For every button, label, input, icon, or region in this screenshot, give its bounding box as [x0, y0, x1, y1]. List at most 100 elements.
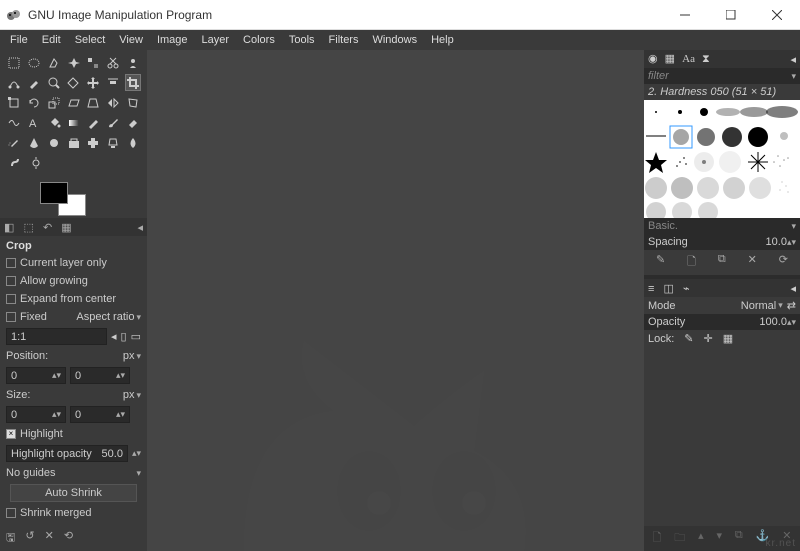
tool-crop[interactable] [125, 74, 141, 91]
delete-preset-icon[interactable]: ✕ [45, 529, 54, 548]
menu-tools[interactable]: Tools [283, 32, 321, 48]
tool-move[interactable] [85, 74, 101, 91]
tab-channels-icon[interactable]: ◫ [663, 283, 673, 295]
tool-free-select[interactable] [46, 54, 62, 71]
tab-history-icon[interactable]: ⧗ [702, 53, 710, 65]
tool-scissors[interactable] [105, 54, 121, 71]
layers-list[interactable] [644, 347, 800, 526]
dropdown-fixed-mode[interactable]: Aspect ratio ▾ [76, 311, 141, 323]
tool-zoom[interactable] [46, 74, 62, 91]
checkbox-highlight[interactable]: × [6, 429, 16, 439]
lock-pixels-icon[interactable]: ✎ [684, 332, 693, 345]
brush-preset-caret-icon[interactable]: ▾ [791, 221, 796, 232]
lower-layer-icon[interactable]: ▾ [717, 529, 723, 548]
tab-brushes-icon[interactable]: ◉ [648, 53, 658, 65]
brush-preset-dropdown[interactable]: Basic. [648, 220, 678, 232]
menu-view[interactable]: View [113, 32, 149, 48]
restore-preset-icon[interactable]: ↺ [25, 529, 34, 548]
checkbox-expand-from-center[interactable] [6, 294, 16, 304]
dropdown-blend-mode[interactable]: Normal ▾ [741, 300, 783, 312]
close-button[interactable] [754, 0, 800, 30]
menu-help[interactable]: Help [425, 32, 460, 48]
dropdown-size-unit[interactable]: px ▾ [123, 389, 141, 401]
raise-layer-icon[interactable]: ▴ [698, 529, 704, 548]
minimize-button[interactable] [662, 0, 708, 30]
checkbox-current-layer-only[interactable] [6, 258, 16, 268]
input-layer-opacity[interactable]: 100.0 [759, 316, 787, 328]
brush-filter-input[interactable]: filter [648, 70, 669, 82]
tool-unified-transform[interactable] [6, 94, 22, 111]
duplicate-layer-icon[interactable]: ⧉ [735, 529, 743, 548]
brush-filter-caret-icon[interactable]: ▾ [791, 71, 796, 82]
menu-layer[interactable]: Layer [196, 32, 236, 48]
reset-icon[interactable]: ⟲ [64, 529, 73, 548]
tool-color-picker[interactable] [26, 74, 42, 91]
menu-select[interactable]: Select [69, 32, 112, 48]
dropdown-guides[interactable]: No guides [6, 467, 132, 479]
tool-flip[interactable] [105, 94, 121, 111]
tab-device-status-icon[interactable]: ⬚ [23, 222, 33, 234]
lock-alpha-icon[interactable]: ▦ [723, 332, 733, 345]
dropdown-position-unit[interactable]: px ▾ [123, 350, 141, 362]
foreground-color[interactable] [40, 182, 68, 204]
tool-airbrush[interactable] [6, 134, 22, 151]
input-position-x[interactable]: 0▴▾ [6, 367, 66, 384]
tool-scale[interactable] [46, 94, 62, 111]
duplicate-brush-icon[interactable]: ⧉ [718, 253, 726, 272]
tab-paths-icon[interactable]: ⌁ [683, 283, 690, 295]
portrait-icon[interactable]: ▯ [121, 330, 127, 343]
menu-windows[interactable]: Windows [366, 32, 423, 48]
canvas-area[interactable] [147, 50, 644, 551]
clear-icon[interactable]: ◂ [111, 330, 117, 343]
new-group-icon[interactable]: 🗀 [674, 529, 685, 548]
tool-dodge[interactable] [27, 154, 44, 171]
input-size-w[interactable]: 0▴▾ [6, 406, 66, 423]
lock-position-icon[interactable]: ✛ [704, 332, 713, 345]
tool-blur[interactable] [125, 134, 141, 151]
edit-brush-icon[interactable]: ✎ [656, 253, 665, 272]
tool-smudge[interactable] [6, 154, 23, 171]
tool-fuzzy-select[interactable] [66, 54, 82, 71]
save-preset-icon[interactable]: 🖫 [6, 529, 15, 548]
tool-mypaint[interactable] [46, 134, 62, 151]
tool-paths[interactable] [6, 74, 22, 91]
tab-layers-icon[interactable]: ≡ [648, 283, 654, 295]
tab-tool-options-icon[interactable]: ◧ [4, 222, 14, 234]
tool-rect-select[interactable] [6, 54, 22, 71]
button-auto-shrink[interactable]: Auto Shrink [10, 484, 137, 502]
tool-rotate[interactable] [26, 94, 42, 111]
menu-colors[interactable]: Colors [237, 32, 281, 48]
menu-edit[interactable]: Edit [36, 32, 67, 48]
tool-clone[interactable] [66, 134, 82, 151]
input-position-y[interactable]: 0▴▾ [70, 367, 130, 384]
tab-menu-icon[interactable]: ◂ [137, 221, 143, 234]
tool-warp[interactable] [6, 114, 22, 131]
tool-eraser[interactable] [125, 114, 141, 131]
maximize-button[interactable] [708, 0, 754, 30]
tool-heal[interactable] [85, 134, 101, 151]
tab-menu-icon[interactable]: ◂ [790, 282, 796, 295]
tab-patterns-icon[interactable]: ▦ [665, 53, 675, 65]
landscape-icon[interactable]: ▭ [131, 330, 141, 343]
tab-images-icon[interactable]: ▦ [61, 222, 71, 234]
tool-text[interactable]: A [26, 114, 42, 131]
input-ratio[interactable]: 1:1 [6, 328, 107, 345]
mode-switch-icon[interactable]: ⇄ [787, 299, 796, 312]
menu-filters[interactable]: Filters [323, 32, 365, 48]
input-highlight-opacity[interactable]: Highlight opacity 50.0 [6, 445, 128, 462]
tool-shear[interactable] [66, 94, 82, 111]
menu-image[interactable]: Image [151, 32, 194, 48]
delete-brush-icon[interactable]: ✕ [748, 253, 757, 272]
checkbox-shrink-merged[interactable] [6, 508, 16, 518]
tool-measure[interactable] [65, 74, 81, 91]
tab-undo-history-icon[interactable]: ↶ [43, 222, 52, 234]
tab-fonts-icon[interactable]: Aa [682, 53, 695, 65]
new-brush-icon[interactable]: 🗋 [687, 253, 696, 272]
brush-grid[interactable] [644, 100, 800, 218]
tool-ellipse-select[interactable] [26, 54, 42, 71]
tab-menu-icon[interactable]: ◂ [790, 53, 796, 66]
checkbox-fixed[interactable] [6, 312, 16, 322]
tool-align[interactable] [105, 74, 121, 91]
tool-cage[interactable] [125, 94, 141, 111]
tool-foreground-select[interactable] [125, 54, 141, 71]
